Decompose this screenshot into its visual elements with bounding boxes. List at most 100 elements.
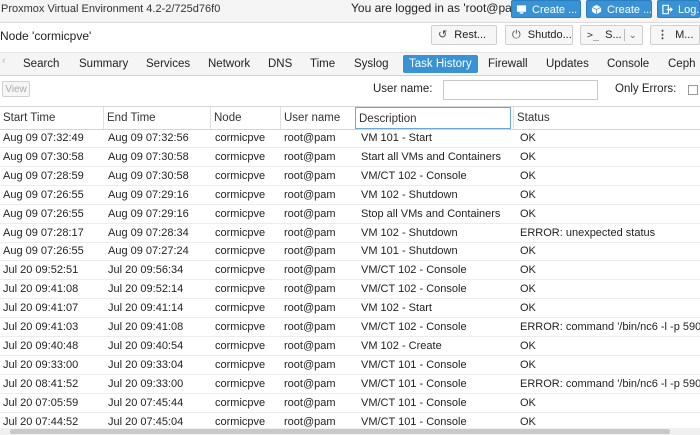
cell-description: VM/CT 101 - Console [361,358,467,371]
cell-user-name: root@pam [284,302,336,315]
cell-end-time: Aug 09 07:29:16 [108,188,189,201]
cell-end-time: Jul 20 07:45:44 [108,396,184,409]
tab-console[interactable]: Console [607,55,649,73]
cell-status: OK [520,132,536,144]
column-description[interactable]: Description [355,107,511,129]
cell-node: cormicpve [215,150,266,163]
table-row[interactable]: Aug 09 07:28:17 Aug 09 07:28:34 cormicpve r… [0,224,700,243]
cell-end-time: Jul 20 09:33:04 [108,358,184,371]
user-name-input[interactable] [443,80,598,100]
create-ct-label: Create ... [607,4,652,16]
column-end-time[interactable]: End Time [103,107,210,129]
cell-status: OK [520,150,536,163]
cell-node: cormicpve [215,358,266,371]
table-row[interactable]: Jul 20 09:41:07 Jul 20 09:41:14 cormicpve r… [0,299,700,319]
table-row[interactable]: Jul 20 09:33:00 Jul 20 09:33:04 cormicpve r… [0,356,700,375]
cell-node: cormicpve [215,169,266,182]
table-row[interactable]: Aug 09 07:28:59 Aug 09 07:30:58 cormicpve r… [0,167,700,186]
cell-end-time: Jul 20 09:41:14 [108,302,184,315]
shell-button[interactable]: >_ S... ⌄ [580,25,643,45]
cell-user-name: root@pam [284,396,336,409]
cell-description: VM 102 - Shutdown [361,226,458,239]
cell-start-time: Jul 20 09:40:48 [3,339,79,352]
table-row[interactable]: Aug 09 07:32:49 Aug 09 07:32:56 cormicpve r… [0,129,700,148]
cell-node: cormicpve [215,415,266,428]
cell-node: cormicpve [215,321,266,333]
tab-firewall[interactable]: Firewall [488,55,528,73]
cell-start-time: Jul 20 09:41:03 [3,321,79,333]
shutdown-button[interactable]: ⏻ Shutdo... [505,25,573,45]
tab-services[interactable]: Services [146,55,190,73]
tab-dns[interactable]: DNS [268,55,292,73]
chevron-down-icon[interactable]: ⌄ [629,26,637,44]
only-errors-checkbox[interactable] [688,85,698,95]
cell-status: OK [520,169,536,182]
monitor-icon [516,5,527,14]
cell-description: VM 101 - Shutdown [361,245,458,258]
shell-label: S... [605,29,622,41]
table-row[interactable]: Aug 09 07:30:58 Aug 09 07:30:58 cormicpve r… [0,148,700,167]
table-row[interactable]: Jul 20 08:41:52 Jul 20 09:33:00 cormicpve r… [0,375,700,394]
cell-user-name: root@pam [284,264,336,277]
task-grid-header: Start Time End Time Node User name Descr… [0,106,700,130]
tab-syslog[interactable]: Syslog [354,55,389,73]
cell-status: OK [520,207,536,220]
cell-end-time: Jul 20 09:56:34 [108,264,184,277]
column-status[interactable]: Status [513,107,700,129]
table-row[interactable]: Aug 09 07:26:55 Aug 09 07:29:16 cormicpve r… [0,205,700,224]
cell-node: cormicpve [215,188,266,201]
top-header: Proxmox Virtual Environment 4.2-2/725d76… [0,0,700,23]
shell-separator [624,29,625,41]
app-title: Proxmox Virtual Environment 4.2-2/725d76… [1,3,221,15]
table-row[interactable]: Jul 20 09:40:48 Jul 20 09:40:54 cormicpve r… [0,337,700,356]
more-icon: ⋮ [657,29,668,41]
cell-start-time: Aug 09 07:28:17 [3,226,84,239]
table-row[interactable]: Aug 09 07:26:55 Aug 09 07:29:16 cormicpve r… [0,186,700,205]
create-ct-button[interactable]: Create ... [586,0,652,18]
cell-node: cormicpve [215,226,266,239]
cell-start-time: Jul 20 09:41:07 [3,302,79,315]
user-name-label: User name: [373,83,433,95]
tab-network[interactable]: Network [208,55,250,73]
table-row[interactable]: Jul 20 09:41:03 Jul 20 09:41:08 cormicpve r… [0,318,700,337]
table-row[interactable]: Aug 09 07:26:55 Aug 09 07:27:24 cormicpve r… [0,242,700,262]
column-start-time[interactable]: Start Time [0,107,103,129]
column-user-name[interactable]: User name [280,107,354,129]
cell-end-time: Aug 09 07:30:58 [108,169,189,182]
node-toolbar: Node 'cormicpve' ↺ Rest... ⏻ Shutdo... >… [0,23,700,49]
task-filter-bar: View User name: Only Errors: [0,78,700,102]
restart-button[interactable]: ↺ Rest... [431,25,497,45]
tab-updates[interactable]: Updates [546,55,589,73]
tab-search[interactable]: Search [23,55,59,73]
more-button[interactable]: ⋮ M... [650,25,700,45]
cell-end-time: Aug 09 07:32:56 [108,132,189,144]
node-tab-bar: ‹ Search Summary Services Network DNS Ti… [0,52,700,76]
restart-icon: ↺ [438,29,448,41]
view-button[interactable]: View [2,81,30,97]
table-row[interactable]: Jul 20 07:05:59 Jul 20 07:45:44 cormicpve r… [0,394,700,413]
tab-summary[interactable]: Summary [79,55,128,73]
cell-start-time: Jul 20 08:41:52 [3,377,79,390]
table-row[interactable]: Jul 20 07:44:52 Jul 20 07:45:04 cormicpve r… [0,413,700,430]
logout-button[interactable]: Log... [657,0,700,18]
cube-icon [591,4,602,15]
tab-ceph[interactable]: Ceph [668,55,696,73]
cell-node: cormicpve [215,264,266,277]
table-row[interactable]: Jul 20 09:52:51 Jul 20 09:56:34 cormicpve r… [0,261,700,281]
table-row[interactable]: Jul 20 09:41:08 Jul 20 09:52:14 cormicpve r… [0,280,700,300]
cell-node: cormicpve [215,132,266,144]
cell-status: OK [520,302,536,315]
create-vm-button[interactable]: Create ... [511,0,581,18]
scrollbar-thumb[interactable] [10,429,670,434]
tab-task-history[interactable]: Task History [403,55,478,73]
tab-time[interactable]: Time [310,55,335,73]
column-node[interactable]: Node [210,107,280,129]
cell-status: OK [520,415,536,428]
cell-description: Start all VMs and Containers [361,150,502,163]
cell-user-name: root@pam [284,245,336,258]
cell-description: VM/CT 102 - Console [361,283,467,296]
horizontal-scrollbar[interactable] [0,428,700,435]
cell-description: VM/CT 102 - Console [361,321,467,333]
cell-node: cormicpve [215,302,266,315]
chevron-left-icon[interactable]: ‹ [2,55,6,67]
